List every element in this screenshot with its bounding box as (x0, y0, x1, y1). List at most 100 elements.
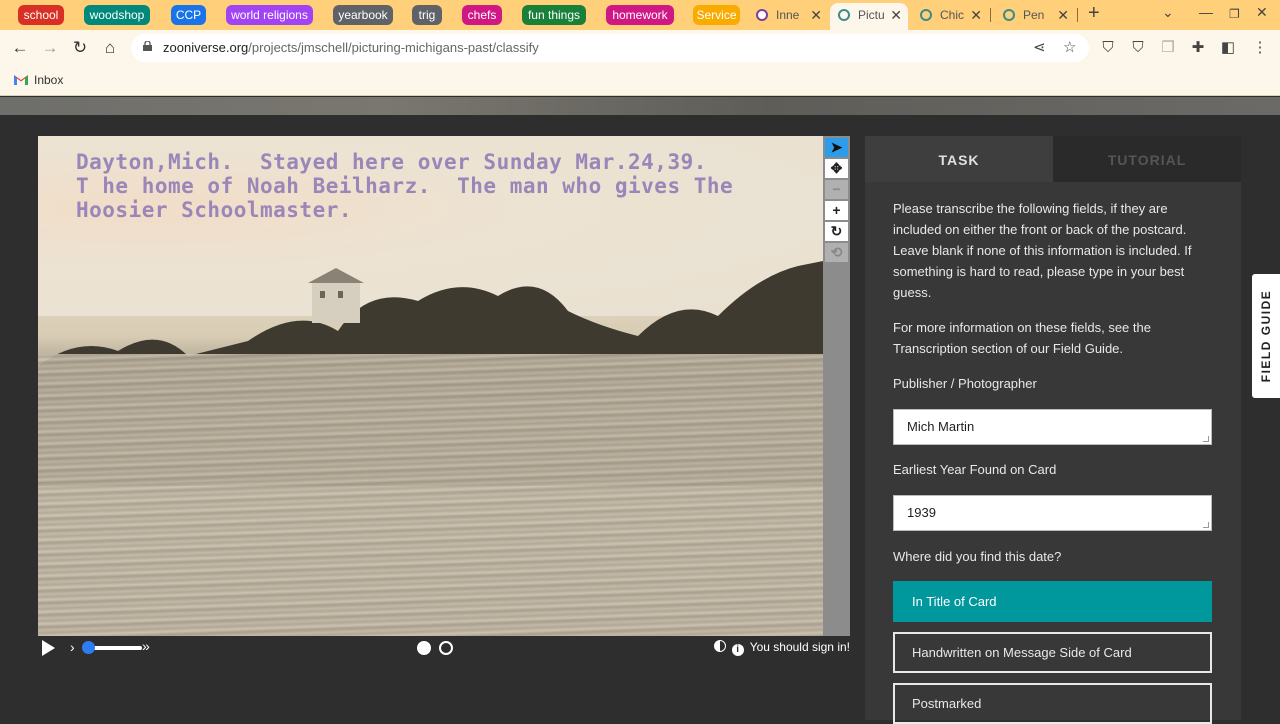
tab-title: Pictu (858, 8, 885, 22)
speed-slider-knob[interactable] (82, 641, 95, 654)
slower-icon[interactable]: › (70, 639, 75, 655)
publisher-value: Mich Martin (907, 419, 975, 434)
field-guide-button[interactable]: FIELD GUIDE (1252, 274, 1280, 398)
date-question: Where did you find this date? (893, 549, 1062, 564)
tab-inne[interactable]: Inne ✕ (748, 3, 828, 30)
close-tab-icon[interactable]: ✕ (810, 3, 822, 27)
tab-favicon-icon (756, 9, 768, 21)
task-panel: TASK TUTORIAL Please transcribe the foll… (865, 136, 1241, 724)
side-panel-icon[interactable]: ◧ (1218, 38, 1238, 58)
zooniverse-favicon-icon (1003, 9, 1015, 21)
tab-group-world-religions[interactable]: world religions (226, 5, 313, 25)
signin-text[interactable]: You should sign in! (750, 640, 850, 654)
back-icon[interactable]: ← (8, 36, 32, 60)
tab-group-trig[interactable]: trig (412, 5, 442, 25)
rotate-icon[interactable]: ↻ (825, 222, 848, 241)
subject-image[interactable]: Dayton,Mich. Stayed here over Sunday Mar… (38, 136, 823, 636)
close-tab-icon[interactable]: ✕ (890, 3, 902, 27)
url-domain: zooniverse.org (163, 40, 249, 55)
contrast-icon[interactable] (713, 640, 726, 652)
gmail-icon (14, 75, 28, 85)
pan-tool-icon[interactable]: ✥ (825, 159, 848, 178)
reload-icon[interactable]: ↻ (68, 36, 92, 60)
tab-group-woodshop[interactable]: woodshop (84, 5, 150, 25)
caption-line-3: Hoosier Schoolmaster. (76, 198, 353, 222)
extension-shield-icon[interactable]: ⛉ (1098, 38, 1118, 58)
zooniverse-favicon-icon (920, 9, 932, 21)
new-tab-button[interactable]: + (1088, 2, 1100, 25)
tab-pictu-active[interactable]: Pictu ✕ (830, 3, 908, 30)
caption-line-1: Dayton,Mich. Stayed here over Sunday Mar… (76, 150, 707, 174)
instructions-paragraph-2: For more information on these fields, se… (893, 320, 1151, 356)
extension-cube-icon[interactable]: ❒ (1158, 38, 1178, 58)
year-input[interactable]: 1939 (893, 495, 1212, 531)
task-instructions: Please transcribe the following fields, … (893, 198, 1213, 373)
info-icon[interactable]: i (731, 644, 744, 656)
instructions-paragraph-1: Please transcribe the following fields, … (893, 201, 1192, 300)
tab-title: Chic (940, 8, 965, 22)
tab-group-school[interactable]: school (18, 5, 64, 25)
play-icon[interactable] (42, 640, 55, 656)
tab-separator (1077, 8, 1078, 22)
postcard-water (38, 354, 823, 636)
postcard-caption: Dayton,Mich. Stayed here over Sunday Mar… (76, 150, 816, 222)
close-tab-icon[interactable]: ✕ (1057, 3, 1069, 27)
resize-grip-icon[interactable] (1203, 436, 1209, 442)
menu-icon[interactable]: ⋮ (1250, 38, 1270, 58)
subject-player: › » i You should sign in! (38, 636, 850, 660)
lock-icon (143, 41, 152, 51)
reset-icon[interactable]: ⟲ (825, 243, 848, 262)
url-text: zooniverse.org/projects/jmschell/picturi… (163, 34, 539, 62)
panel-tabs: TASK TUTORIAL (865, 136, 1241, 182)
signin-notice: i You should sign in! (713, 640, 850, 656)
browser-toolbar: ← → ↻ ⌂ zooniverse.org/projects/jmschell… (0, 30, 1280, 66)
extensions-puzzle-icon[interactable]: ✚ (1188, 38, 1208, 58)
restore-icon[interactable]: ❐ (1229, 7, 1240, 21)
choice-in-title-of-card[interactable]: In Title of Card (893, 581, 1212, 622)
publisher-input[interactable]: Mich Martin (893, 409, 1212, 445)
extension-shield-outline-icon[interactable]: ⛉ (1128, 38, 1148, 58)
publisher-label: Publisher / Photographer (893, 376, 1037, 391)
tab-task[interactable]: TASK (865, 136, 1053, 182)
home-icon[interactable]: ⌂ (98, 36, 122, 60)
pointer-tool-icon[interactable]: ➤ (825, 138, 848, 157)
close-window-icon[interactable]: ✕ (1256, 4, 1268, 21)
frame-dot-1[interactable] (417, 641, 431, 655)
faster-icon[interactable]: » (142, 638, 150, 654)
frame-dot-2[interactable] (439, 641, 453, 655)
tab-separator (990, 8, 991, 22)
tab-pen[interactable]: Pen ✕ (995, 3, 1075, 30)
bookmark-star-icon[interactable]: ☆ (1063, 38, 1076, 56)
year-label: Earliest Year Found on Card (893, 462, 1057, 477)
share-icon[interactable]: ⋖ (1033, 38, 1046, 56)
bookmark-inbox[interactable]: Inbox (14, 72, 63, 88)
tab-group-homework[interactable]: homework (606, 5, 674, 25)
tab-title: Pen (1023, 8, 1045, 22)
tab-group-yearbook[interactable]: yearbook (333, 5, 393, 25)
tab-search-icon[interactable]: ⌄ (1162, 4, 1174, 21)
tab-group-fun-things[interactable]: fun things (522, 5, 586, 25)
address-bar[interactable]: zooniverse.org/projects/jmschell/picturi… (131, 34, 1089, 62)
tab-group-service[interactable]: Service (693, 5, 740, 25)
tab-chic[interactable]: Chic ✕ (912, 3, 988, 30)
tab-group-ccp[interactable]: CCP (171, 5, 206, 25)
minimize-icon[interactable]: — (1199, 4, 1213, 20)
close-tab-icon[interactable]: ✕ (970, 3, 982, 27)
forward-icon[interactable]: → (38, 36, 62, 60)
choice-handwritten-message-side[interactable]: Handwritten on Message Side of Card (893, 632, 1212, 673)
field-guide-label: FIELD GUIDE (1259, 289, 1273, 383)
year-value: 1939 (907, 505, 936, 520)
zoom-out-icon[interactable]: − (825, 180, 848, 199)
tab-tutorial[interactable]: TUTORIAL (1053, 136, 1241, 182)
caption-line-2: T he home of Noah Beilharz. The man who … (76, 174, 734, 198)
resize-grip-icon[interactable] (1203, 522, 1209, 528)
bookmarks-bar: Inbox (0, 66, 1280, 96)
url-path: /projects/jmschell/picturing-michigans-p… (248, 40, 539, 55)
zoom-in-icon[interactable]: + (825, 201, 848, 220)
tab-strip: school woodshop CCP world religions year… (0, 0, 1280, 30)
tab-group-chefs[interactable]: chefs (462, 5, 502, 25)
zooniverse-favicon-icon (838, 9, 850, 21)
choice-postmarked[interactable]: Postmarked (893, 683, 1212, 724)
tab-title: Inne (776, 8, 800, 22)
bookmark-label: Inbox (34, 73, 64, 87)
